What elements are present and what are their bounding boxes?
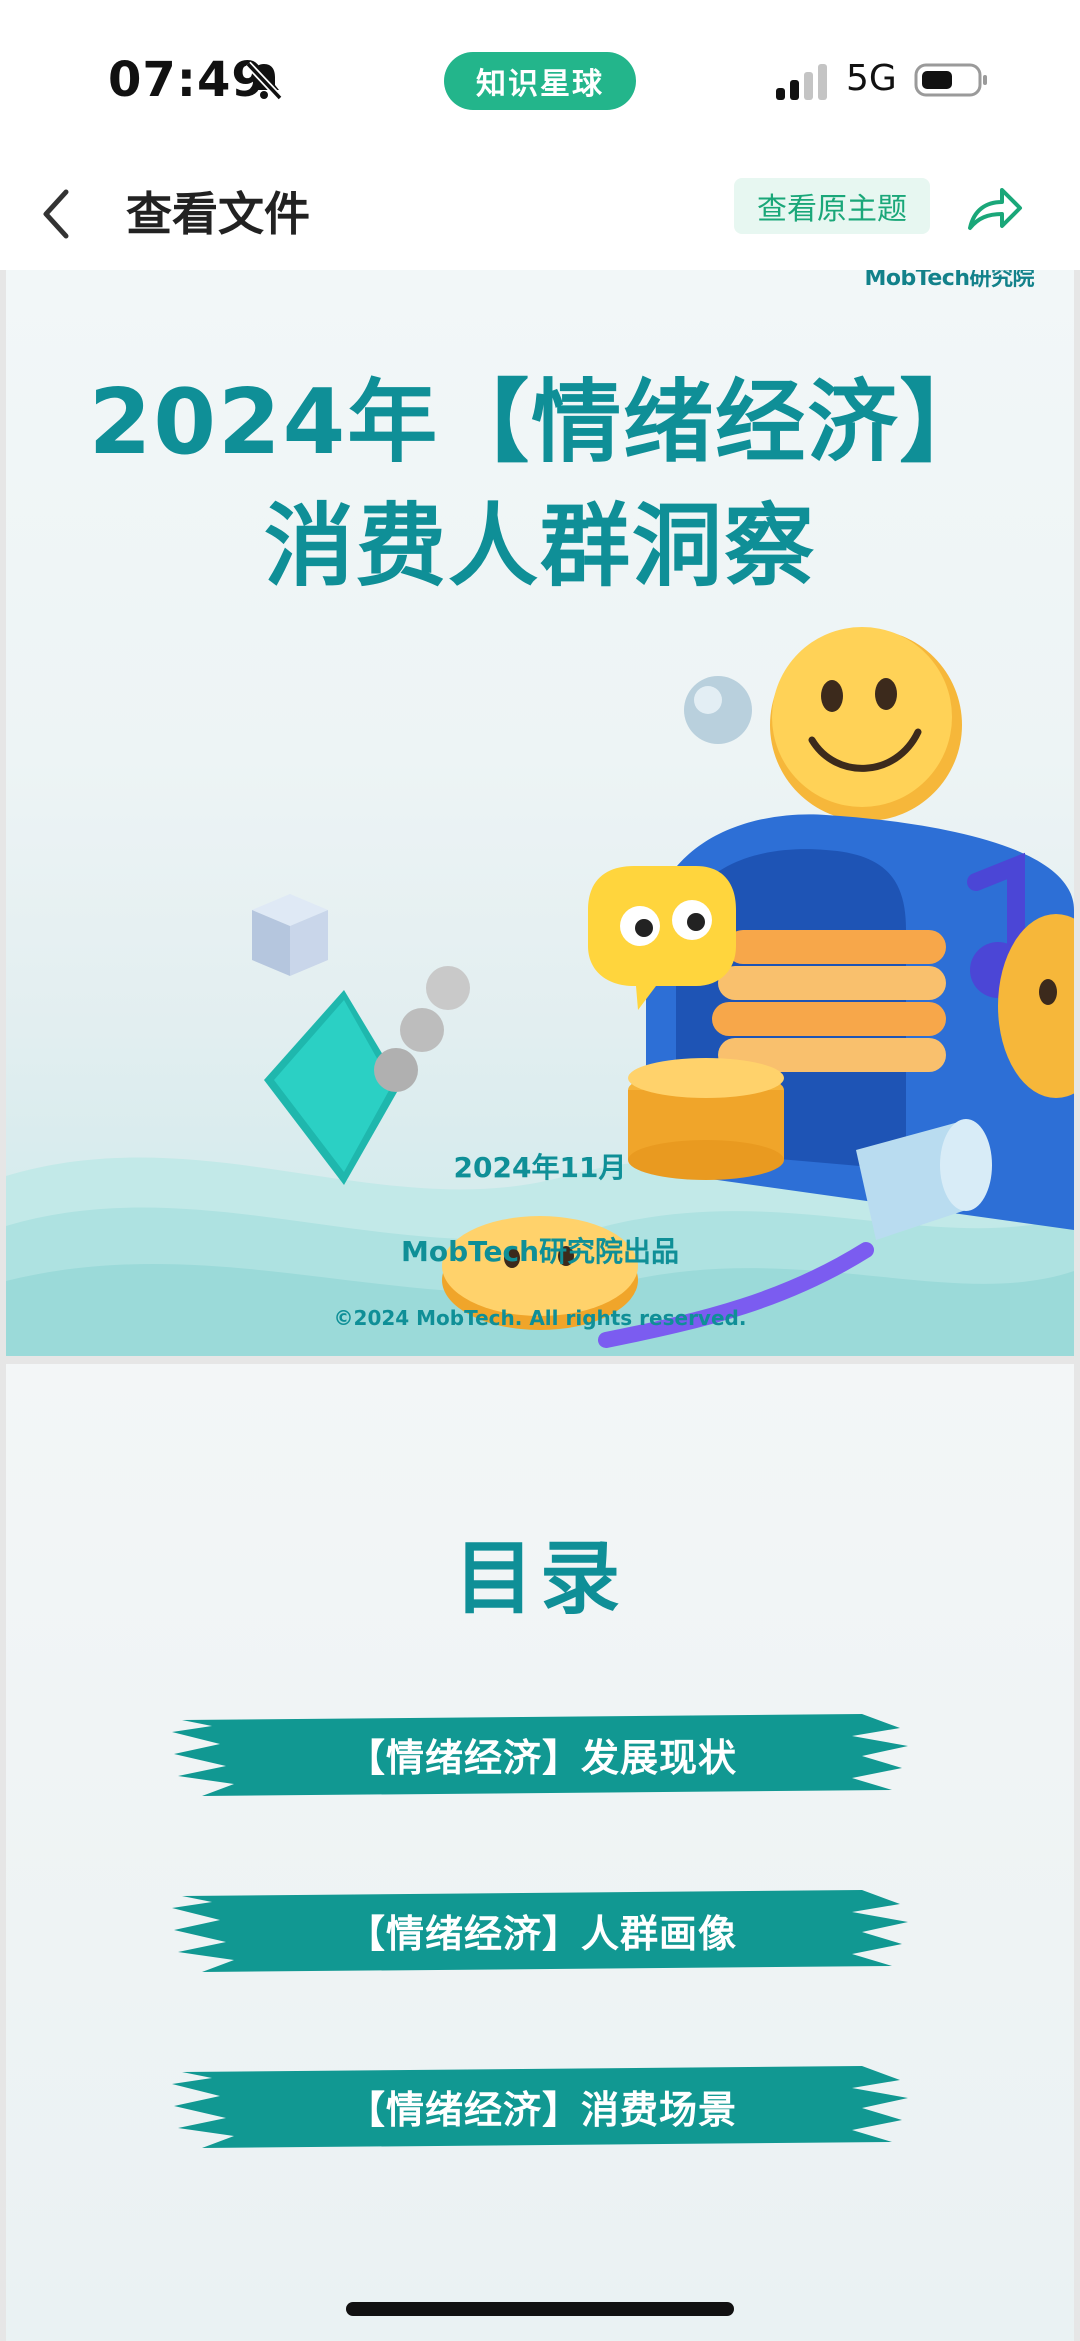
toc-item-portrait: 【情绪经济】人群画像 <box>172 1882 912 1978</box>
share-icon[interactable] <box>964 182 1024 234</box>
toc-item-label: 【情绪经济】人群画像 <box>346 1911 737 1956</box>
page-title: 查看文件 <box>126 187 310 241</box>
cover-page: MobTech研究院 2024年【情绪经济】 消费人群洞察 2024年11月 M… <box>6 270 1074 1356</box>
battery-icon <box>914 63 987 97</box>
signal-icon <box>776 64 827 100</box>
cover-date: 2024年11月 <box>453 1151 627 1184</box>
view-original-button[interactable]: 查看原主题 <box>734 178 930 234</box>
network-label: 5G <box>846 58 897 99</box>
cover-illustration <box>252 627 1074 1348</box>
document-viewer[interactable]: MobTech研究院 2024年【情绪经济】 消费人群洞察 2024年11月 M… <box>0 270 1080 2341</box>
screen: 07:49 知识星球 5G 查看文件 查看原主题 MobTech研究院 2024… <box>0 0 1080 2341</box>
bell-slash-icon <box>245 61 283 101</box>
toc-item-scenarios: 【情绪经济】消费场景 <box>172 2058 912 2154</box>
top-nav: 查看文件 查看原主题 <box>0 160 1080 270</box>
toc-item-label: 【情绪经济】消费场景 <box>346 2087 737 2132</box>
cover-producer: MobTech研究院出品 <box>400 1235 680 1268</box>
toc-item-development: 【情绪经济】发展现状 <box>172 1706 912 1802</box>
toc-title: 目录 <box>454 1532 626 1625</box>
home-indicator[interactable] <box>346 2302 734 2316</box>
toc-page: 目录 【情绪经济】发展现状 【情绪经济】人群画像 【情绪经济】消费场景 <box>6 1364 1074 2341</box>
cover-copyright: ©2024 MobTech. All rights reserved. <box>333 1306 747 1330</box>
app-pill[interactable]: 知识星球 <box>444 52 636 110</box>
back-chevron-icon[interactable] <box>36 184 76 244</box>
toc-item-label: 【情绪经济】发展现状 <box>346 1735 737 1780</box>
status-bar: 07:49 知识星球 5G <box>0 0 1080 160</box>
